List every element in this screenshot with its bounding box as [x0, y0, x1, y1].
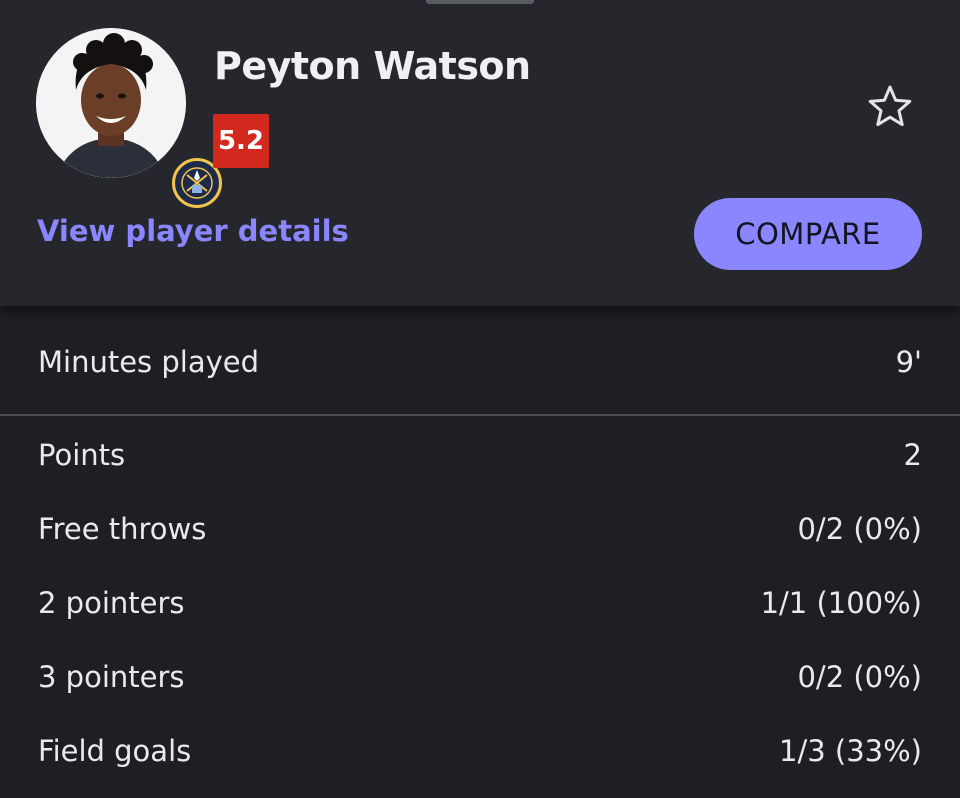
player-stats-sheet: Peyton Watson 5.2 View player details CO…	[0, 0, 960, 798]
stat-label: Points	[38, 438, 126, 472]
stat-value: 2	[903, 438, 922, 472]
stat-label: 2 pointers	[38, 586, 185, 620]
compare-button[interactable]: COMPARE	[694, 198, 922, 270]
stat-row-3-pointers: 3 pointers 0/2 (0%)	[0, 647, 960, 707]
stat-label: Minutes played	[38, 345, 260, 379]
stat-value: 1/1 (100%)	[760, 586, 922, 620]
stat-row-points: Points 2	[0, 425, 960, 485]
view-player-details-link[interactable]: View player details	[37, 214, 349, 248]
player-rating-badge: 5.2	[213, 114, 269, 168]
stat-row-2-pointers: 2 pointers 1/1 (100%)	[0, 573, 960, 633]
stat-row-field-goals: Field goals 1/3 (33%)	[0, 721, 960, 781]
stat-label: Free throws	[38, 512, 207, 546]
player-header-card: Peyton Watson 5.2 View player details CO…	[0, 0, 960, 306]
player-photo	[36, 28, 186, 178]
section-divider	[0, 414, 960, 416]
drag-handle[interactable]	[426, 0, 534, 4]
player-name: Peyton Watson	[214, 44, 531, 88]
stat-row-minutes: Minutes played 9'	[0, 332, 960, 392]
stat-value: 9'	[895, 345, 922, 379]
stat-value: 0/2 (0%)	[797, 660, 922, 694]
stat-label: 3 pointers	[38, 660, 185, 694]
stat-label: Field goals	[38, 734, 192, 768]
stat-value: 1/3 (33%)	[779, 734, 922, 768]
stat-row-free-throws: Free throws 0/2 (0%)	[0, 499, 960, 559]
star-outline-icon[interactable]	[866, 82, 914, 130]
stat-value: 0/2 (0%)	[797, 512, 922, 546]
player-avatar	[36, 28, 222, 208]
